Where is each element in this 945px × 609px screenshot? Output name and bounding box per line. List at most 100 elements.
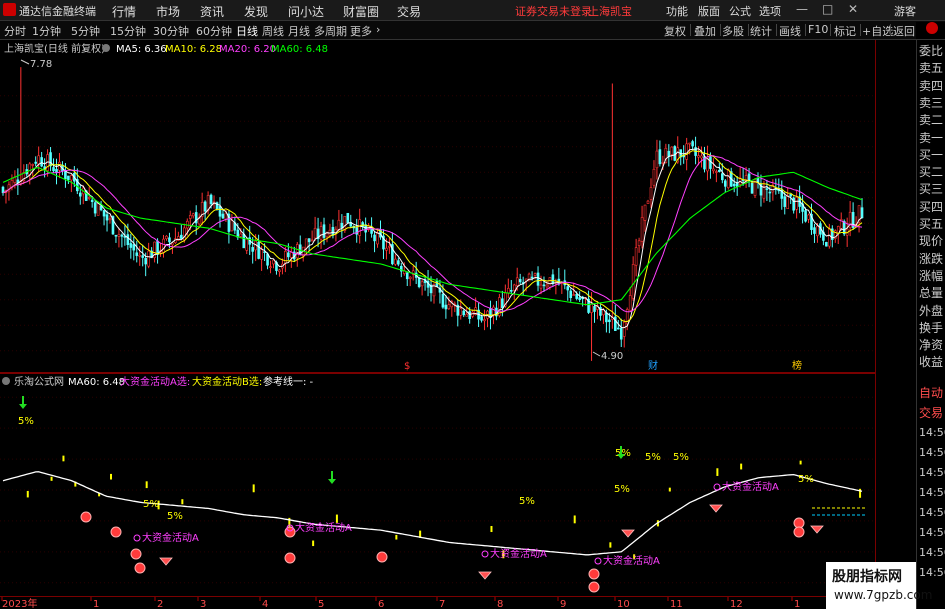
candle-body [750,182,754,194]
candlestick-chart[interactable]: 7.507.257.006.756.506.256.005.755.505.25… [0,40,876,372]
period-intraday[interactable]: 分时 [4,23,26,39]
quote-field-label: 涨幅 [919,268,944,283]
more-chevron-icon[interactable]: › [376,23,380,36]
tool-multi-stock-button[interactable]: 多股 [722,23,744,39]
menu-options[interactable]: 选项 [759,3,781,19]
candle-body [64,171,67,180]
candle-body [405,272,409,280]
period-30min[interactable]: 30分钟 [153,23,189,39]
menu-formula[interactable]: 公式 [729,3,751,19]
login-notice[interactable]: 证券交易未登录 [515,3,592,19]
tool-overlay-button[interactable]: 叠加 [694,23,716,39]
quote-field-label: 买四 [919,199,944,214]
candle-body [643,204,647,221]
quote-field-label: 卖四 [919,78,944,93]
candle-body [105,214,109,221]
candle-body [337,219,341,231]
settings-gear-icon[interactable] [102,44,110,52]
menu-trade[interactable]: 交易 [397,3,421,20]
watermark-url: www.7gpzb.com [834,588,933,602]
period-60min[interactable]: 60分钟 [196,23,232,39]
period-15min[interactable]: 15分钟 [110,23,146,39]
menu-market-quotes[interactable]: 行情 [112,3,136,20]
tool-adjust-button[interactable]: 复权 [664,23,686,39]
pct-label: 5% [673,452,689,463]
back-button[interactable]: 返回 [893,23,915,39]
indicator-chart[interactable]: 8.007.507.006.506.005.505.00 乐淘公式网 MA60:… [0,374,876,596]
candle-body [162,238,165,253]
red-ball-icon [80,511,92,523]
activity-bar [716,468,719,476]
candle-body [619,327,623,340]
menu-ask-xiaoda[interactable]: 问小达 [288,3,324,20]
candle-body [108,218,112,221]
candle-body [658,149,662,165]
red-ball-icon [588,568,600,580]
tool-mark-button[interactable]: 标记 [834,23,856,39]
minimize-icon[interactable]: — [796,2,808,16]
menu-discover[interactable]: 发现 [244,3,268,20]
menu-wealth-circle[interactable]: 财富圈 [343,3,379,20]
menu-layout[interactable]: 版面 [698,3,720,19]
divider [890,24,891,36]
candle-body [102,210,106,217]
watermark-title: 股朋指标网 [832,569,902,585]
guest-label[interactable]: 游客 [894,3,916,19]
candle-body [539,284,543,289]
reference-line-label: 参考线一: - [263,375,314,388]
tool-f10-button[interactable]: F10 [808,23,828,36]
candle-body [260,249,263,260]
menu-news[interactable]: 资讯 [200,3,224,20]
candle-body [78,192,82,197]
candle-body [489,308,492,318]
time-tick-label: 2 [157,599,163,609]
ranking-marker[interactable]: 榜 [792,359,802,372]
menu-market[interactable]: 市场 [156,3,180,20]
dividend-marker[interactable]: $ [404,361,410,372]
candle-body [507,288,510,294]
candle-body [509,289,513,292]
add-watchlist-button[interactable]: +自选 [862,23,893,39]
period-1min[interactable]: 1分钟 [32,23,61,39]
auto-tab[interactable]: 自动 [919,386,943,400]
period-daily[interactable]: 日线 [236,23,258,39]
candle-body [723,180,727,187]
title-bar: 通达信金融终端 行情 市场 资讯 发现 问小达 财富圈 交易 证券交易未登录 上… [0,0,945,21]
tool-draw-button[interactable]: 画线 [779,23,801,39]
period-weekly[interactable]: 周线 [262,23,284,39]
period-more[interactable]: 更多 [350,23,372,39]
quote-field-label: 换手 [919,320,944,335]
red-ball-icon [376,551,388,563]
candle-body [726,169,730,188]
period-multi[interactable]: 多周期 [314,23,347,39]
tick-time-label: 14:56 [919,466,945,479]
period-monthly[interactable]: 月线 [288,23,310,39]
quote-field-label: 卖二 [919,113,944,128]
close-icon[interactable]: ✕ [848,2,858,16]
candle-body [765,188,769,190]
indicator-settings-icon[interactable] [2,377,10,385]
candle-body [180,234,183,239]
quote-field-label: 净资 [919,338,944,353]
candle-body [70,175,73,181]
candle-body [530,276,534,279]
quote-field-label: 收益 [919,355,944,370]
candle-body [649,187,653,200]
maximize-icon[interactable]: □ [822,2,833,16]
activity-bar [490,526,493,533]
activity-bar [252,484,255,493]
candle-body [114,234,118,237]
trade-tab[interactable]: 交易 [919,406,943,420]
candle-body [842,220,846,235]
finance-marker[interactable]: 财 [648,359,658,372]
candle-body [31,164,35,166]
ma10-label: MA10: 6.28 [165,44,222,55]
divider [805,24,806,36]
candle-body [762,186,766,199]
price-mini-badge [916,22,945,39]
tool-stats-button[interactable]: 统计 [750,23,772,39]
period-5min[interactable]: 5分钟 [71,23,100,39]
activity-bar [609,542,612,548]
menu-function[interactable]: 功能 [666,3,688,19]
candle-body [483,319,486,322]
